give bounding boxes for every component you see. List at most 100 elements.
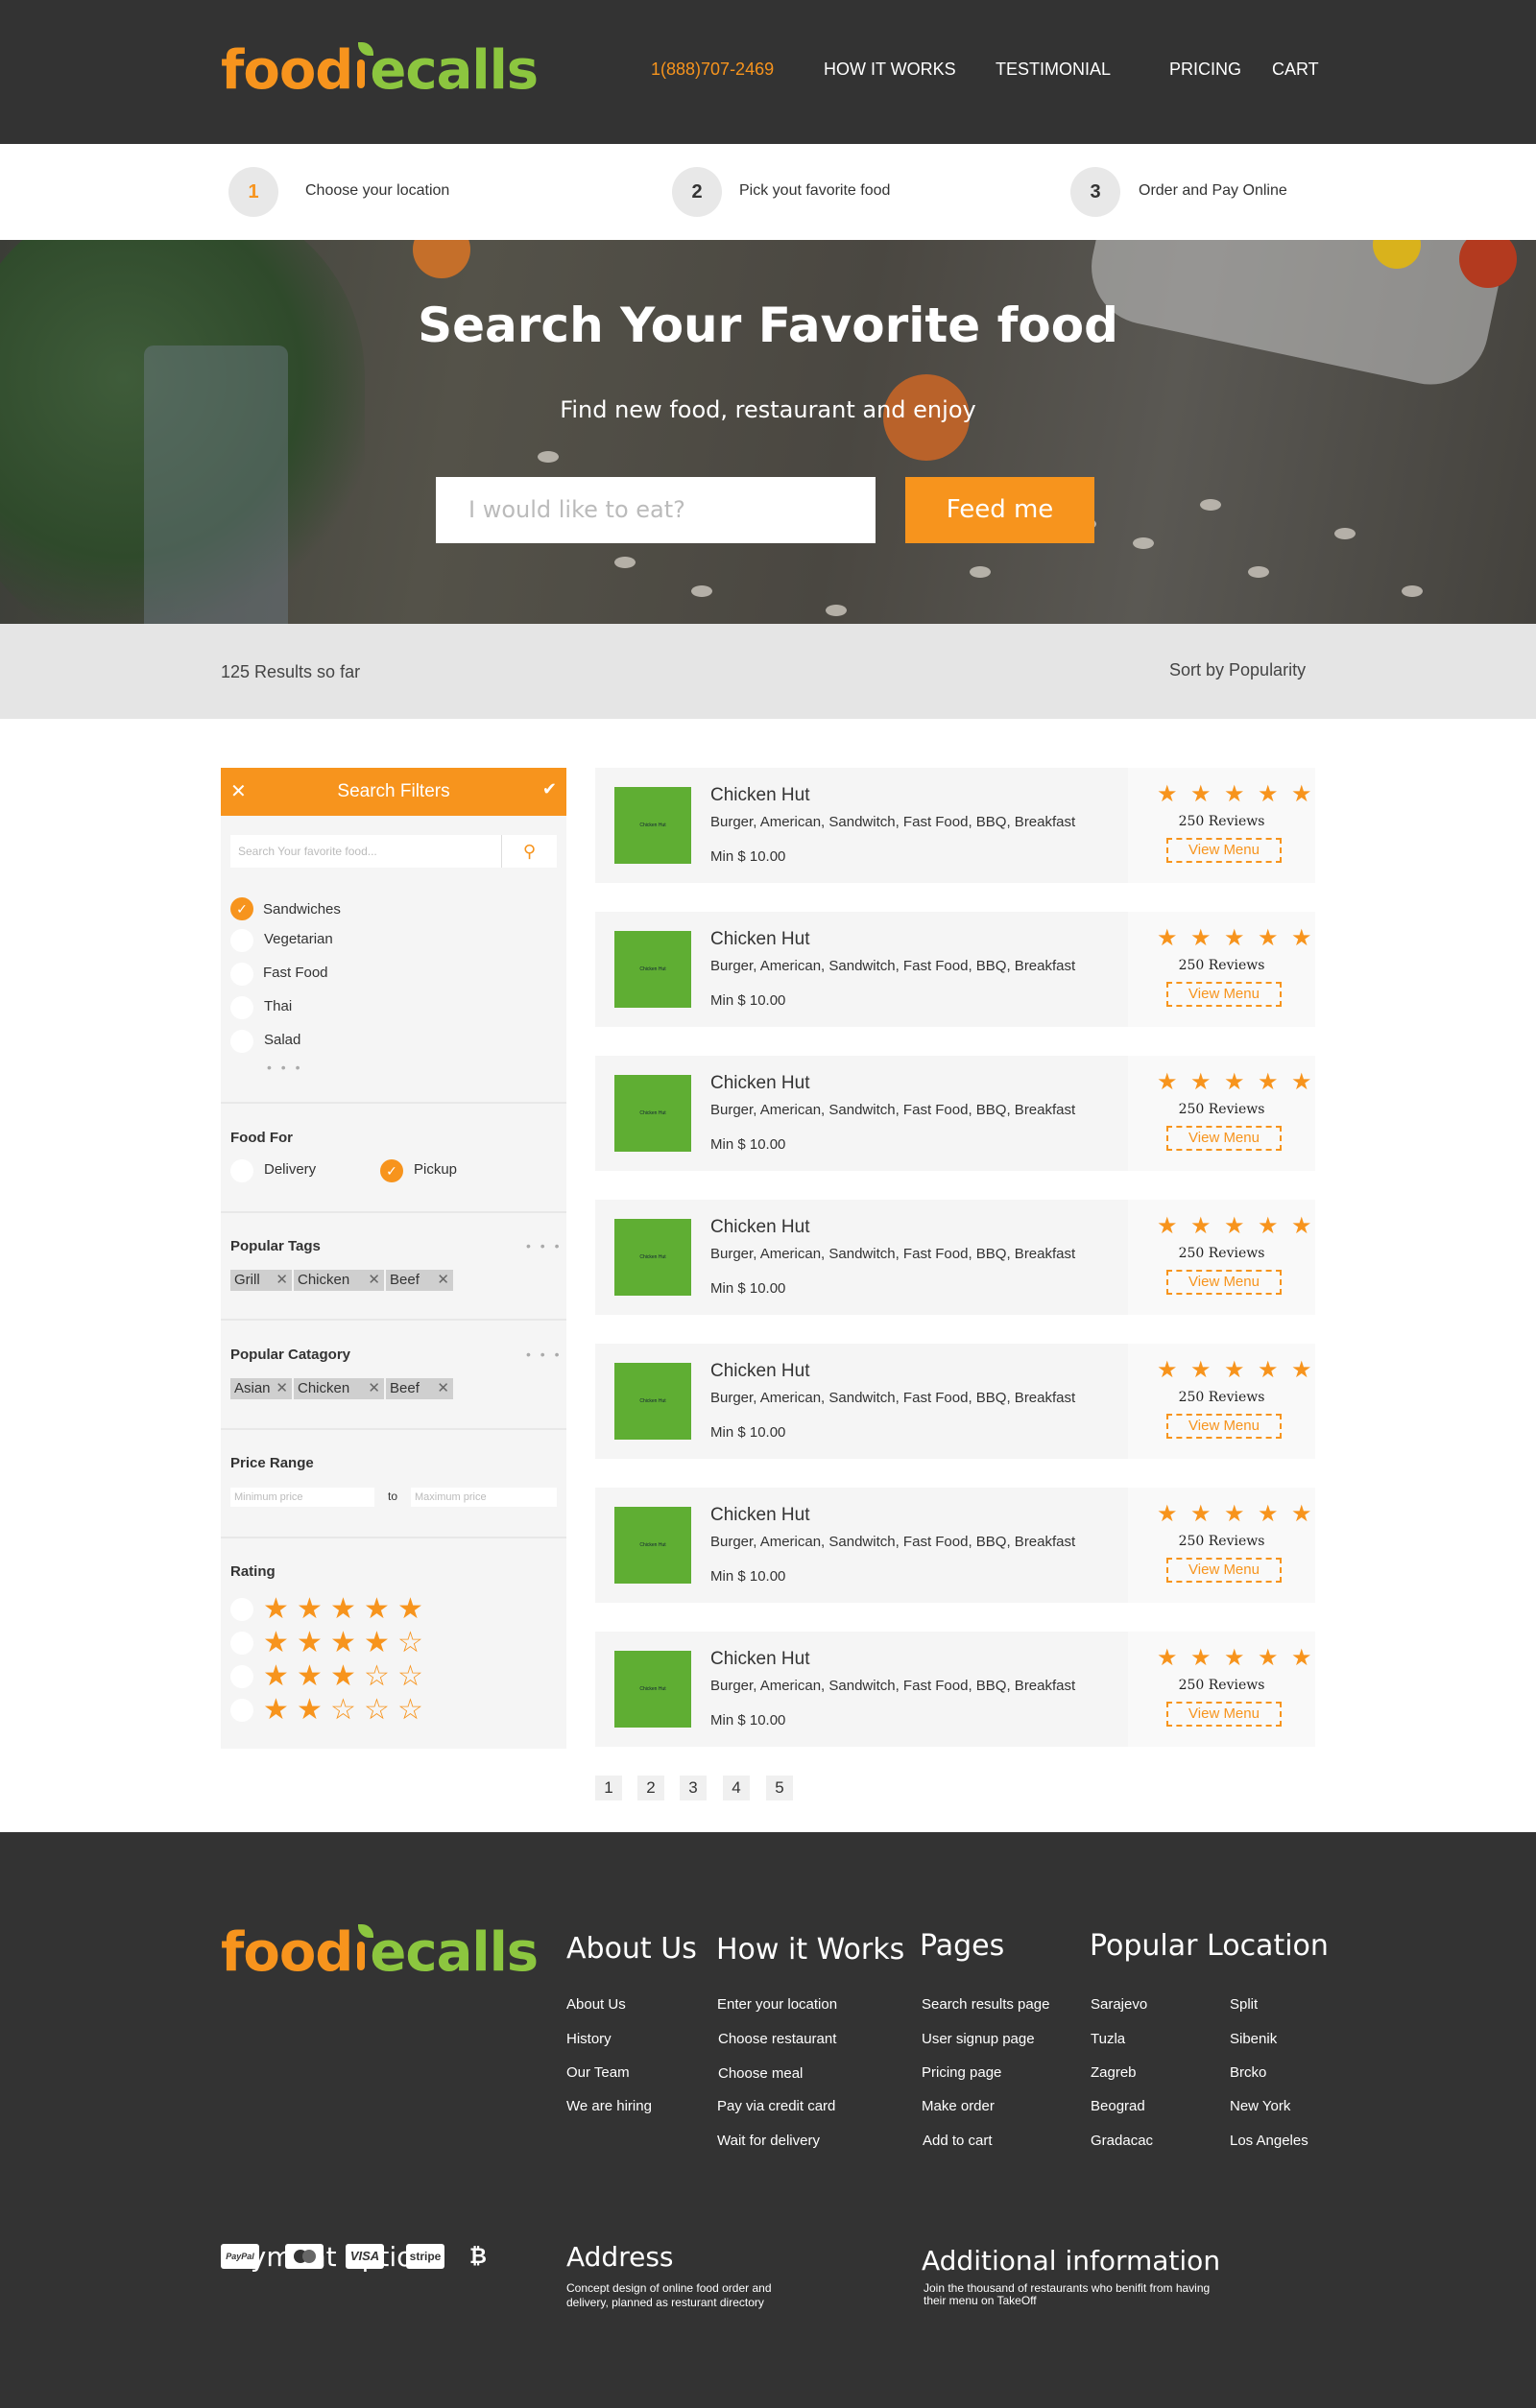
checkbox-sandwiches[interactable] (230, 897, 253, 920)
search-icon[interactable]: ⚲ (501, 835, 557, 868)
nav-cart[interactable]: CART (1272, 60, 1319, 80)
category-chip[interactable]: Chicken ✕ (294, 1378, 384, 1399)
check-icon[interactable]: ✔ (542, 779, 557, 799)
restaurant-logo[interactable]: Chicken Hut (614, 1075, 691, 1152)
view-menu-button[interactable]: View Menu (1166, 1126, 1282, 1151)
checkbox-vegetarian[interactable] (230, 929, 253, 952)
category-chip[interactable]: Beef ✕ (386, 1378, 453, 1399)
footer-link[interactable]: Pay via credit card (717, 2098, 835, 2114)
sort-dropdown[interactable]: Sort by Popularity (1169, 660, 1306, 680)
footer-link[interactable]: User signup page (922, 2031, 1035, 2047)
more-dots-icon[interactable]: • • • (526, 1347, 562, 1362)
footer-link[interactable]: Make order (922, 2098, 995, 2114)
remove-tag-icon[interactable]: ✕ (437, 1270, 449, 1291)
restaurant-logo[interactable]: Chicken Hut (614, 787, 691, 864)
logo[interactable]: food ecalls (221, 42, 539, 98)
remove-category-icon[interactable]: ✕ (368, 1378, 380, 1399)
nav-how-it-works[interactable]: HOW IT WORKS (824, 60, 956, 80)
more-dots-icon[interactable]: • • • (526, 1238, 562, 1253)
footer-location-link[interactable]: Sarajevo (1091, 1996, 1147, 2013)
footer-link[interactable]: About Us (566, 1996, 626, 2013)
footer-location-link[interactable]: New York (1230, 2098, 1290, 2114)
restaurant-name[interactable]: Chicken Hut (710, 785, 810, 806)
restaurant-name[interactable]: Chicken Hut (710, 1361, 810, 1382)
footer-link[interactable]: Search results page (922, 1996, 1049, 2013)
footer-link[interactable]: Enter your location (717, 1996, 837, 2013)
rating-radio[interactable] (230, 1598, 253, 1621)
star-filled-icon: ★ (263, 1694, 289, 1726)
restaurant-name[interactable]: Chicken Hut (710, 1505, 810, 1526)
filter-search-input[interactable]: Search Your favorite food... (230, 835, 507, 868)
footer-link[interactable]: Choose meal (718, 2065, 803, 2082)
tag-chip[interactable]: Chicken ✕ (294, 1270, 384, 1291)
restaurant-card[interactable]: Chicken Hut Chicken Hut Burger, American, … (595, 1632, 1315, 1747)
footer-location-link[interactable]: Zagreb (1091, 2064, 1137, 2081)
phone-link[interactable]: 1(888)707-2469 (651, 60, 774, 80)
remove-tag-icon[interactable]: ✕ (276, 1270, 288, 1291)
max-price-input[interactable]: Maximum price (411, 1488, 557, 1507)
footer-location-link[interactable]: Los Angeles (1230, 2133, 1308, 2149)
footer-location-link[interactable]: Split (1230, 1996, 1258, 2013)
footer-location-link[interactable]: Tuzla (1091, 2031, 1125, 2047)
view-menu-button[interactable]: View Menu (1166, 1702, 1282, 1727)
checkbox-delivery[interactable] (230, 1159, 253, 1182)
restaurant-name[interactable]: Chicken Hut (710, 1217, 810, 1238)
footer-location-link[interactable]: Brcko (1230, 2064, 1266, 2081)
view-menu-button[interactable]: View Menu (1166, 1270, 1282, 1295)
page-3-button[interactable]: 3 (680, 1776, 707, 1800)
restaurant-logo[interactable]: Chicken Hut (614, 1651, 691, 1728)
checkbox-fast-food[interactable] (230, 963, 253, 986)
footer-location-link[interactable]: Beograd (1091, 2098, 1145, 2114)
restaurant-name[interactable]: Chicken Hut (710, 929, 810, 950)
remove-category-icon[interactable]: ✕ (437, 1378, 449, 1399)
page-5-button[interactable]: 5 (766, 1776, 793, 1800)
restaurant-logo[interactable]: Chicken Hut (614, 931, 691, 1008)
rating-radio[interactable] (230, 1699, 253, 1722)
footer-link[interactable]: We are hiring (566, 2098, 652, 2114)
nav-pricing[interactable]: PRICING (1169, 60, 1241, 80)
remove-tag-icon[interactable]: ✕ (368, 1270, 380, 1291)
restaurant-logo[interactable]: Chicken Hut (614, 1219, 691, 1296)
restaurant-card[interactable]: Chicken Hut Chicken Hut Burger, American, … (595, 1488, 1315, 1603)
tag-chip[interactable]: Beef ✕ (386, 1270, 453, 1291)
more-dots-icon[interactable]: • • • (267, 1060, 302, 1075)
footer-link[interactable]: Add to cart (923, 2133, 993, 2149)
checkbox-pickup[interactable] (380, 1159, 403, 1182)
min-price-input[interactable]: Minimum price (230, 1488, 374, 1507)
footer-location-link[interactable]: Gradacac (1091, 2133, 1153, 2149)
rating-radio[interactable] (230, 1632, 253, 1655)
restaurant-name[interactable]: Chicken Hut (710, 1649, 810, 1670)
restaurant-card[interactable]: Chicken Hut Chicken Hut Burger, American, … (595, 1344, 1315, 1459)
checkbox-thai[interactable] (230, 996, 253, 1019)
footer-logo[interactable]: food ecalls (221, 1924, 539, 1980)
restaurant-card[interactable]: Chicken Hut Chicken Hut Burger, American, … (595, 768, 1315, 883)
restaurant-card[interactable]: Chicken Hut Chicken Hut Burger, American, … (595, 912, 1315, 1027)
page-1-button[interactable]: 1 (595, 1776, 622, 1800)
restaurant-card[interactable]: Chicken Hut Chicken Hut Burger, American, … (595, 1056, 1315, 1171)
footer-link[interactable]: Pricing page (922, 2064, 1001, 2081)
footer-link[interactable]: Choose restaurant (718, 2031, 836, 2047)
nav-testimonial[interactable]: TESTIMONIAL (996, 60, 1111, 80)
restaurant-logo[interactable]: Chicken Hut (614, 1363, 691, 1440)
view-menu-button[interactable]: View Menu (1166, 838, 1282, 863)
feed-me-button[interactable]: Feed me (905, 477, 1094, 543)
rating-radio[interactable] (230, 1665, 253, 1688)
footer-link[interactable]: Our Team (566, 2064, 630, 2081)
restaurant-logo[interactable]: Chicken Hut (614, 1507, 691, 1584)
remove-category-icon[interactable]: ✕ (276, 1378, 288, 1399)
restaurant-name[interactable]: Chicken Hut (710, 1073, 810, 1094)
star-icon: ★ (1190, 1357, 1212, 1383)
footer-link[interactable]: Wait for delivery (717, 2133, 820, 2149)
food-search-input[interactable]: I would like to eat? (436, 477, 876, 543)
footer-link[interactable]: History (566, 2031, 612, 2047)
tag-chip[interactable]: Grill ✕ (230, 1270, 292, 1291)
view-menu-button[interactable]: View Menu (1166, 1414, 1282, 1439)
restaurant-card[interactable]: Chicken Hut Chicken Hut Burger, American, … (595, 1200, 1315, 1315)
category-chip[interactable]: Asian ✕ (230, 1378, 292, 1399)
page-2-button[interactable]: 2 (637, 1776, 664, 1800)
view-menu-button[interactable]: View Menu (1166, 1558, 1282, 1583)
checkbox-salad[interactable] (230, 1030, 253, 1053)
footer-location-link[interactable]: Sibenik (1230, 2031, 1277, 2047)
page-4-button[interactable]: 4 (723, 1776, 750, 1800)
view-menu-button[interactable]: View Menu (1166, 982, 1282, 1007)
